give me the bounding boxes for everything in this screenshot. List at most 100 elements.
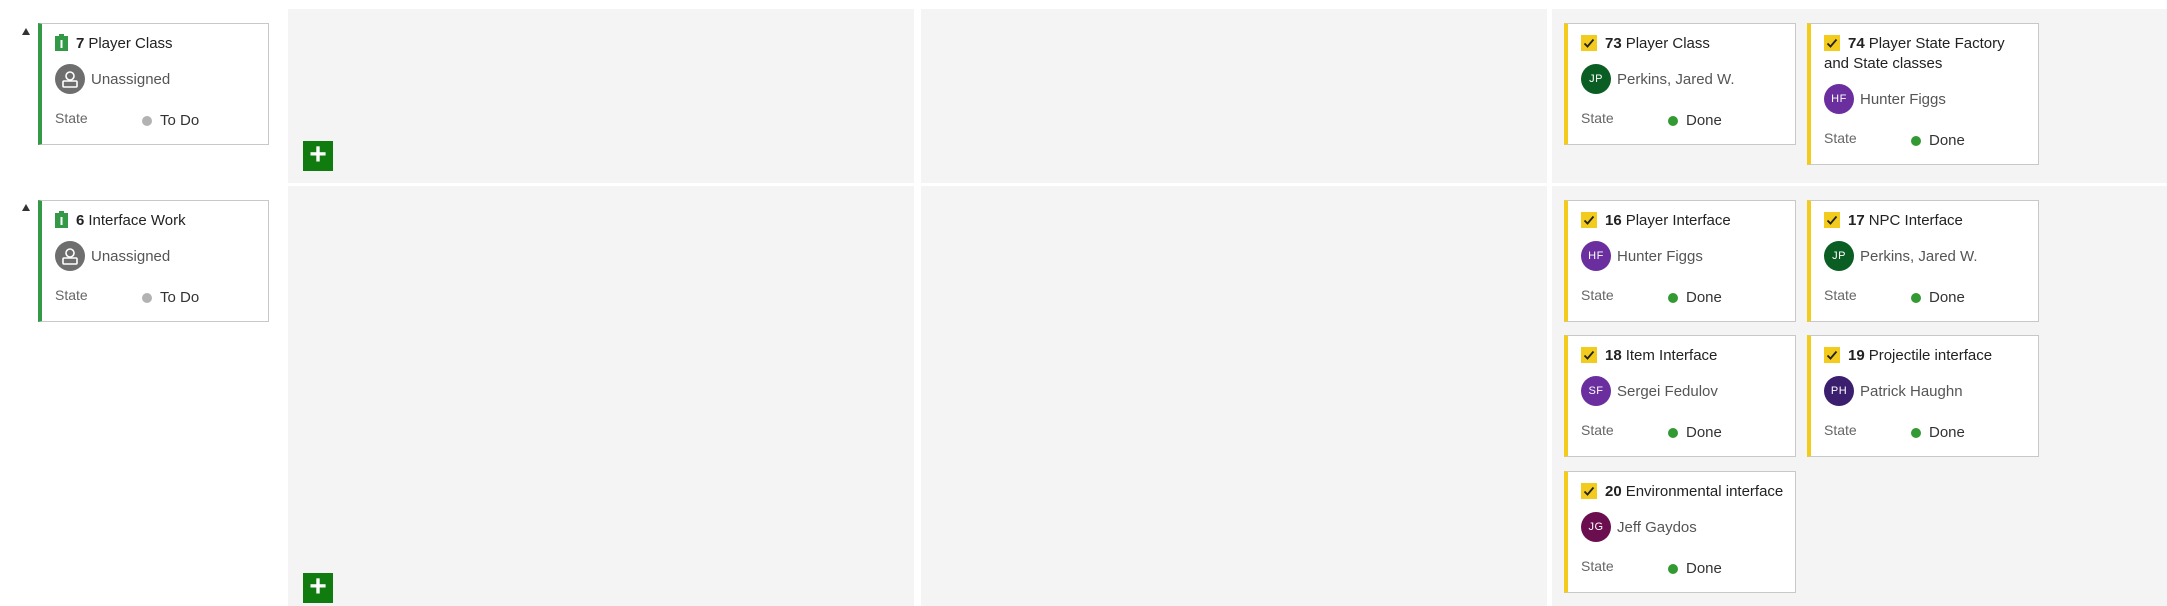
state-text: To Do bbox=[160, 289, 200, 306]
assignee-name: Hunter Figgs bbox=[1860, 90, 1946, 108]
avatar: JG bbox=[1581, 512, 1611, 542]
pbi-card-7[interactable]: 7 Player Class Unassigned State To Do bbox=[38, 23, 269, 145]
board-row-6: 6 Interface Work Unassigned State To Do +… bbox=[0, 183, 2167, 606]
todo-dot-icon bbox=[142, 115, 152, 126]
assignee[interactable]: JP Perkins, Jared W. bbox=[1824, 241, 1978, 271]
task-checkbox-icon bbox=[1581, 483, 1597, 499]
board-row-7: 7 Player Class Unassigned State To Do + 7… bbox=[0, 0, 2167, 183]
card-title: 74 Player State Factory and State classes bbox=[1824, 34, 2028, 74]
state-value[interactable]: Done bbox=[1668, 289, 1722, 306]
state-value[interactable]: To Do bbox=[142, 112, 199, 129]
collapse-row-toggle-icon[interactable] bbox=[22, 204, 30, 211]
work-item-id: 18 bbox=[1605, 347, 1622, 364]
card-title: 18 Item Interface bbox=[1581, 346, 1785, 366]
assignee-name: Sergei Fedulov bbox=[1617, 382, 1718, 400]
done-dot-icon bbox=[1911, 427, 1921, 438]
work-item-id: 73 bbox=[1605, 35, 1622, 52]
card-title: 73 Player Class bbox=[1581, 34, 1785, 54]
state-text: Done bbox=[1929, 424, 1965, 441]
state-label: State bbox=[1581, 110, 1614, 126]
card-title: 20 Environmental interface bbox=[1581, 482, 1785, 502]
card-title: 19 Projectile interface bbox=[1824, 346, 2028, 366]
done-dot-icon bbox=[1911, 135, 1921, 146]
assignee[interactable]: Unassigned bbox=[55, 241, 170, 271]
work-item-title: Player Class bbox=[88, 35, 173, 52]
assignee[interactable]: PH Patrick Haughn bbox=[1824, 376, 1963, 406]
task-card-74[interactable]: 74 Player State Factory and State classes… bbox=[1807, 23, 2039, 165]
state-label: State bbox=[1581, 558, 1614, 574]
add-task-button[interactable]: + bbox=[303, 572, 333, 603]
state-value[interactable]: Done bbox=[1911, 289, 1965, 306]
work-item-id: 17 bbox=[1848, 212, 1865, 229]
task-checkbox-icon bbox=[1824, 212, 1840, 228]
work-item-id: 20 bbox=[1605, 483, 1622, 500]
done-dot-icon bbox=[1668, 292, 1678, 303]
task-checkbox-icon bbox=[1581, 212, 1597, 228]
assignee-name: Unassigned bbox=[91, 247, 171, 265]
assignee-name: Jeff Gaydos bbox=[1617, 518, 1697, 536]
work-item-title: Player Class bbox=[1625, 35, 1710, 52]
card-title: 6 Interface Work bbox=[55, 211, 258, 231]
state-text: Done bbox=[1929, 289, 1965, 306]
assignee[interactable]: Unassigned bbox=[55, 64, 170, 94]
task-card-19[interactable]: 19 Projectile interface PH Patrick Haughn… bbox=[1807, 335, 2039, 457]
assignee-name: Hunter Figgs bbox=[1617, 247, 1703, 265]
state-value[interactable]: Done bbox=[1668, 560, 1722, 577]
state-label: State bbox=[55, 287, 88, 303]
state-value[interactable]: Done bbox=[1668, 424, 1722, 441]
state-label: State bbox=[55, 110, 88, 126]
assignee-name: Perkins, Jared W. bbox=[1617, 70, 1735, 88]
avatar: HF bbox=[1581, 241, 1611, 271]
done-dot-icon bbox=[1668, 427, 1678, 438]
work-item-title: Environmental interface bbox=[1625, 483, 1784, 500]
work-item-id: 6 bbox=[76, 212, 85, 229]
card-title: 16 Player Interface bbox=[1581, 211, 1785, 231]
work-item-id: 7 bbox=[76, 35, 85, 52]
assignee[interactable]: JG Jeff Gaydos bbox=[1581, 512, 1697, 542]
lane-new bbox=[288, 186, 914, 606]
avatar: PH bbox=[1824, 376, 1854, 406]
work-item-title: NPC Interface bbox=[1868, 212, 1963, 229]
assignee[interactable]: JP Perkins, Jared W. bbox=[1581, 64, 1735, 94]
avatar: HF bbox=[1824, 84, 1854, 114]
work-item-id: 19 bbox=[1848, 347, 1865, 364]
avatar: JP bbox=[1824, 241, 1854, 271]
state-text: Done bbox=[1686, 560, 1722, 577]
assignee[interactable]: HF Hunter Figgs bbox=[1824, 84, 1946, 114]
state-label: State bbox=[1824, 130, 1857, 146]
task-card-73[interactable]: 73 Player Class JP Perkins, Jared W. Stat… bbox=[1564, 23, 1796, 145]
add-task-button[interactable]: + bbox=[303, 140, 333, 171]
state-text: Done bbox=[1686, 112, 1722, 129]
unassigned-avatar-icon bbox=[55, 64, 85, 94]
assignee[interactable]: SF Sergei Fedulov bbox=[1581, 376, 1718, 406]
assignee[interactable]: HF Hunter Figgs bbox=[1581, 241, 1703, 271]
state-value[interactable]: Done bbox=[1668, 112, 1722, 129]
lane-in-progress bbox=[921, 186, 1547, 606]
state-label: State bbox=[1581, 287, 1614, 303]
todo-dot-icon bbox=[142, 292, 152, 303]
work-item-title: Item Interface bbox=[1625, 347, 1718, 364]
task-card-16[interactable]: 16 Player Interface HF Hunter Figgs State… bbox=[1564, 200, 1796, 322]
state-text: To Do bbox=[160, 112, 200, 129]
task-card-17[interactable]: 17 NPC Interface JP Perkins, Jared W. Sta… bbox=[1807, 200, 2039, 322]
work-item-title: Interface Work bbox=[88, 212, 186, 229]
task-checkbox-icon bbox=[1581, 347, 1597, 363]
state-label: State bbox=[1581, 422, 1614, 438]
pbi-card-6[interactable]: 6 Interface Work Unassigned State To Do bbox=[38, 200, 269, 322]
task-card-18[interactable]: 18 Item Interface SF Sergei Fedulov State… bbox=[1564, 335, 1796, 457]
state-value[interactable]: To Do bbox=[142, 289, 199, 306]
lane-in-progress bbox=[921, 9, 1547, 183]
work-item-id: 74 bbox=[1848, 35, 1865, 52]
work-item-title: Player Interface bbox=[1625, 212, 1731, 229]
collapse-row-toggle-icon[interactable] bbox=[22, 28, 30, 35]
work-item-id: 16 bbox=[1605, 212, 1622, 229]
state-text: Done bbox=[1929, 132, 1965, 149]
state-value[interactable]: Done bbox=[1911, 424, 1965, 441]
task-card-20[interactable]: 20 Environmental interface JG Jeff Gaydos… bbox=[1564, 471, 1796, 593]
done-dot-icon bbox=[1668, 563, 1678, 574]
state-value[interactable]: Done bbox=[1911, 132, 1965, 149]
task-checkbox-icon bbox=[1824, 35, 1840, 51]
assignee-name: Patrick Haughn bbox=[1860, 382, 1963, 400]
work-item-title: Projectile interface bbox=[1868, 347, 1993, 364]
avatar: SF bbox=[1581, 376, 1611, 406]
